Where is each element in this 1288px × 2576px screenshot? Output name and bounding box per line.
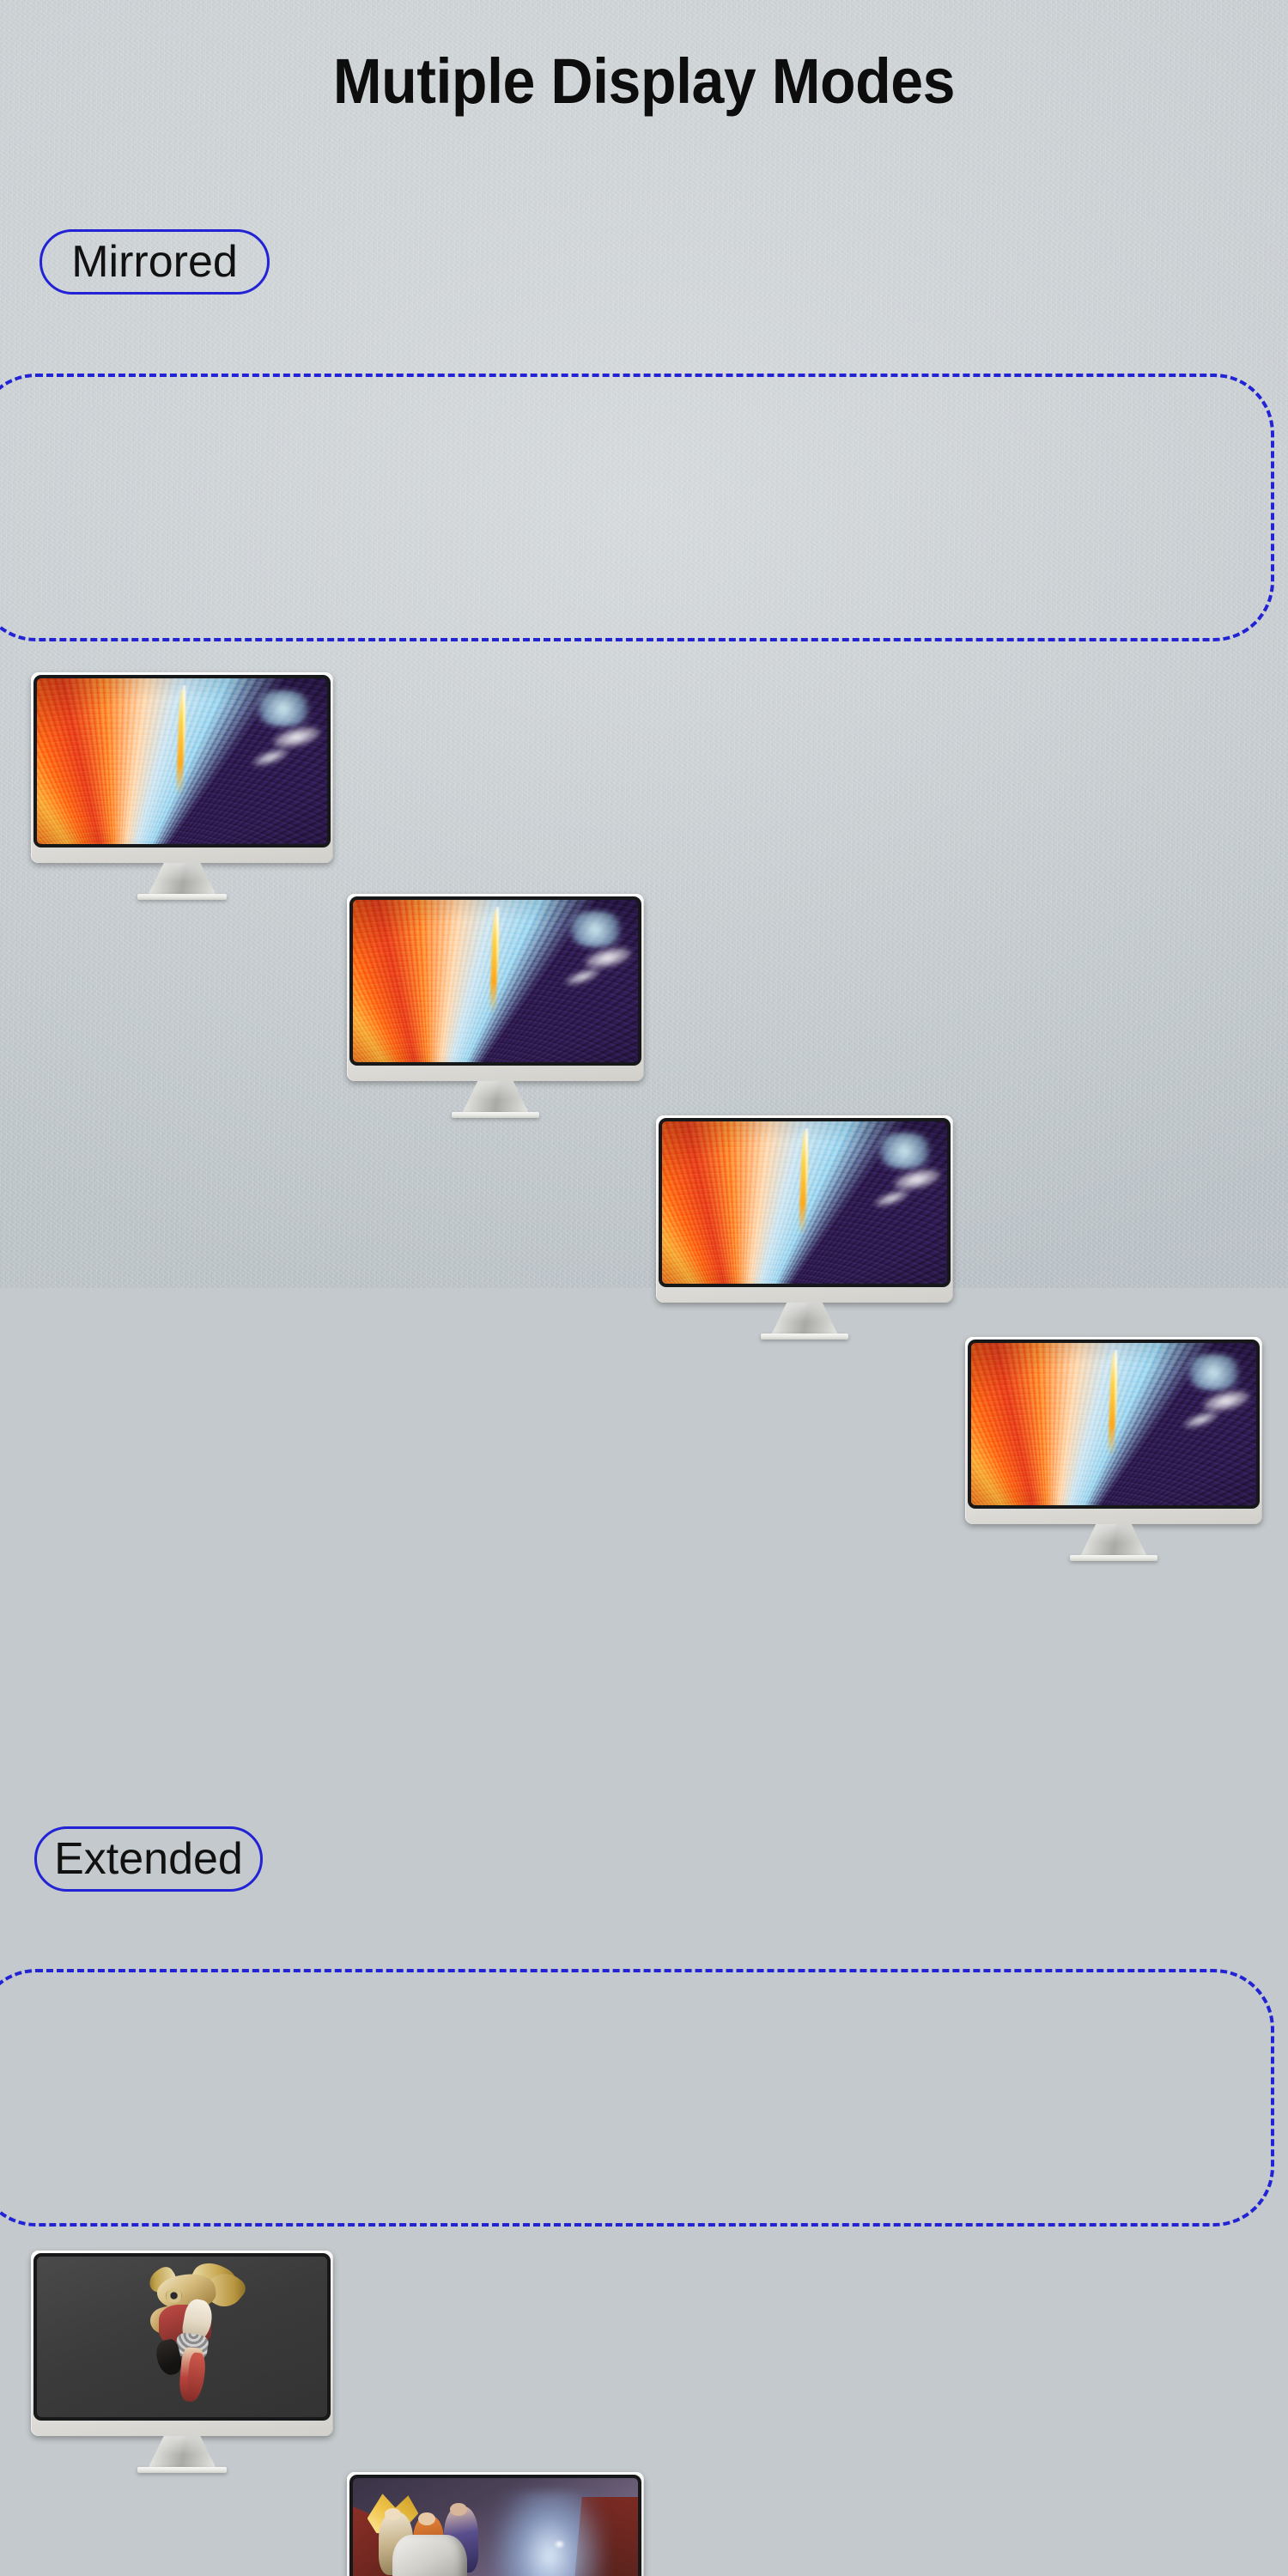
monitor-screen[interactable]	[662, 1121, 947, 1284]
monitor-stand-neck	[1079, 1524, 1148, 1558]
infographic-stage: Mutiple Display Modes Mirrored Extended	[0, 0, 1288, 2576]
monitor-stand-neck	[461, 1081, 530, 1115]
monitor-stand-foot	[137, 894, 227, 900]
monitor-bezel	[656, 1115, 953, 1303]
section-label-extended: Extended	[34, 1826, 263, 1892]
page-title: Mutiple Display Modes	[332, 46, 956, 117]
monitor-stand-neck	[770, 1303, 839, 1337]
monitor-bezel	[31, 672, 333, 863]
monitor-bezel	[965, 1337, 1262, 1524]
monitor-screen[interactable]	[37, 2257, 327, 2417]
monitor-stand-neck	[147, 2436, 217, 2470]
monitor-screen[interactable]	[37, 678, 327, 844]
abstract-fan-wallpaper	[353, 900, 638, 1062]
monitor-extended-1[interactable]	[31, 2251, 333, 2473]
monitor-screen[interactable]	[353, 900, 638, 1062]
monitor-stand-foot	[137, 2467, 227, 2473]
monitor-bezel	[347, 894, 644, 1081]
abstract-fan-wallpaper	[37, 678, 327, 844]
section-label-mirrored-text: Mirrored	[71, 237, 238, 287]
monitor-screen[interactable]	[353, 2478, 638, 2576]
monitor-stand-neck	[147, 863, 217, 897]
monitor-mirrored-3[interactable]	[656, 1115, 953, 1340]
monitor-mirrored-2[interactable]	[347, 894, 644, 1118]
monitor-stand-foot	[452, 1112, 539, 1118]
monitor-screen[interactable]	[971, 1343, 1256, 1505]
monitor-bezel	[31, 2251, 333, 2436]
monitor-bezel	[347, 2472, 644, 2576]
section-group-extended	[0, 1969, 1274, 2227]
monitor-stand-foot	[761, 1334, 848, 1340]
abstract-fan-wallpaper	[971, 1343, 1256, 1505]
abstract-fan-wallpaper	[662, 1121, 947, 1284]
hero-shooter-screen	[353, 2478, 638, 2576]
monitor-mirrored-4[interactable]	[965, 1337, 1262, 1561]
monitor-mirrored-1[interactable]	[31, 672, 333, 900]
game-character-screen	[37, 2257, 327, 2417]
section-label-mirrored: Mirrored	[39, 229, 270, 295]
section-label-extended-text: Extended	[54, 1834, 243, 1884]
monitor-extended-2[interactable]	[347, 2472, 644, 2576]
section-group-mirrored	[0, 374, 1274, 641]
monitor-stand-foot	[1070, 1555, 1157, 1561]
